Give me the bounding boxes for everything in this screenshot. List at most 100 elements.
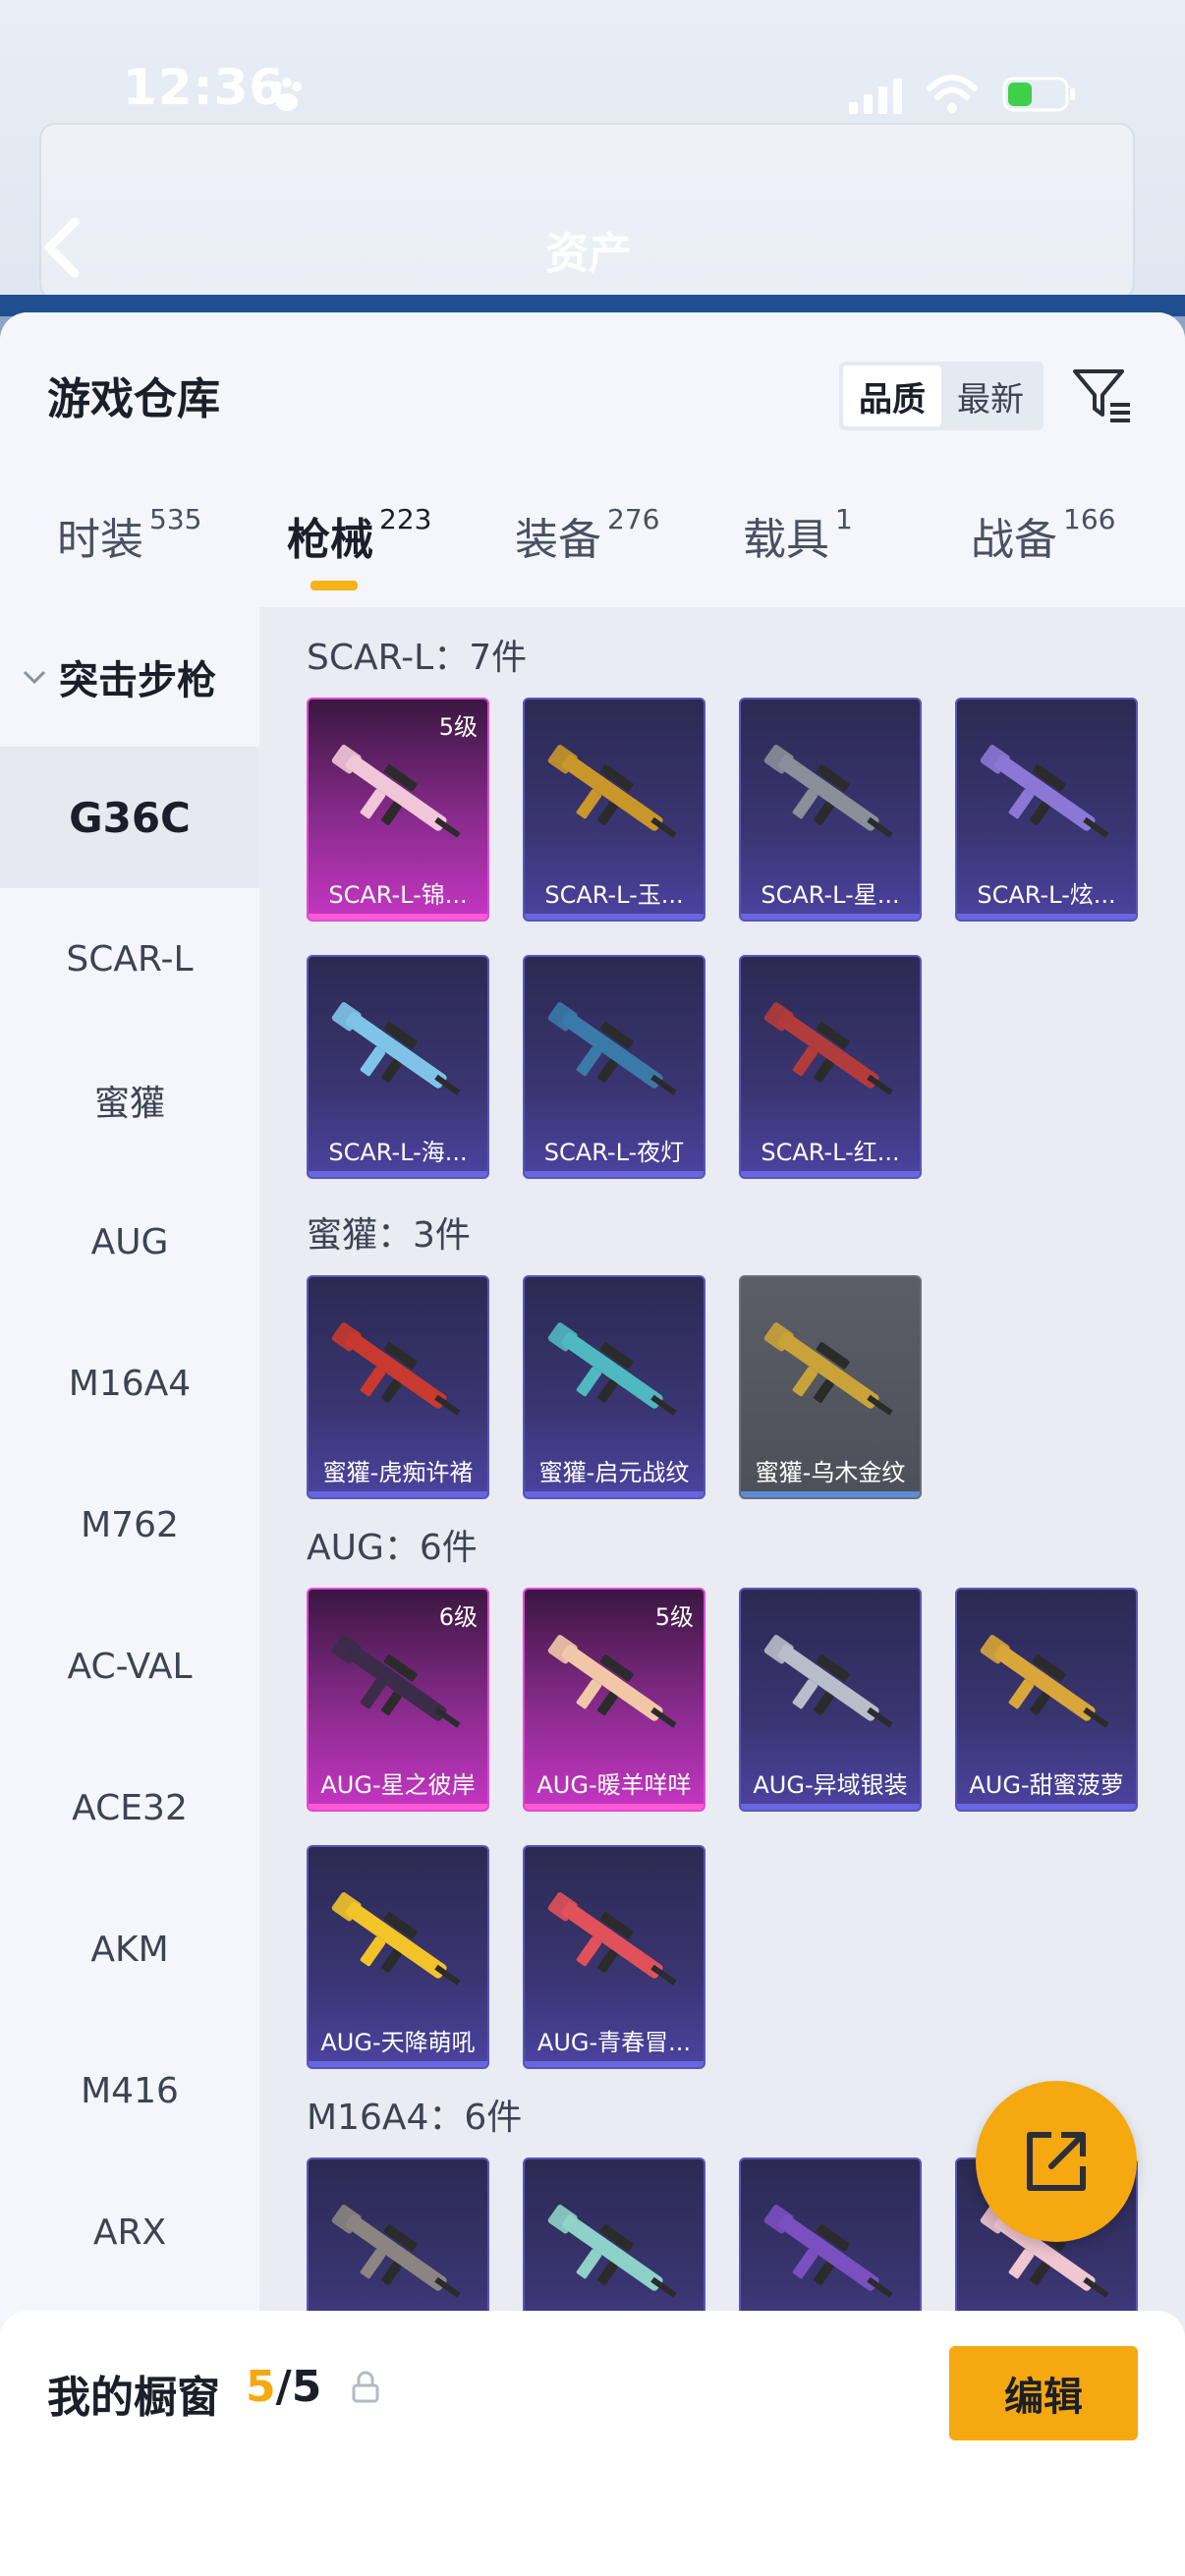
skin-level: 5级: [654, 1603, 694, 1631]
tab-count: 276: [607, 503, 660, 536]
sidebar-item[interactable]: AC-VAL: [0, 1596, 259, 1737]
tab-count: 223: [379, 503, 432, 536]
rifle-icon: [331, 1002, 461, 1095]
skin-card[interactable]: 蜜獾-虎痴许褚: [307, 1275, 489, 1499]
sidebar-item[interactable]: M762: [0, 1454, 259, 1596]
skin-card[interactable]: AUG-甜蜜菠萝: [955, 1588, 1138, 1812]
tab-count: 1: [835, 503, 853, 536]
tab-guns[interactable]: 枪械 223: [287, 503, 432, 567]
status-time: 12:36: [123, 59, 285, 116]
rifle-icon: [547, 1892, 677, 1986]
rifle-icon: [980, 745, 1109, 838]
showcase-bar: 我的橱窗 5/5 编辑: [0, 2311, 1185, 2576]
chevron-down-icon: [23, 670, 46, 685]
tab-supplies[interactable]: 战备 166: [971, 503, 1116, 567]
edit-button[interactable]: 编辑: [949, 2346, 1138, 2440]
skin-name: AUG-星之彼岸: [320, 1771, 476, 1799]
rifle-icon: [763, 745, 893, 838]
paw-icon: [272, 78, 302, 111]
skin-name: SCAR-L-红...: [761, 1139, 900, 1166]
tab-count: 166: [1063, 503, 1116, 536]
rifle-icon: [331, 1635, 461, 1728]
tab-label: 枪械: [287, 515, 373, 565]
battery-icon: [1002, 77, 1075, 112]
skin-card[interactable]: 5级 SCAR-L-锦...: [307, 698, 489, 922]
tab-label: 战备: [971, 515, 1057, 565]
skin-name: SCAR-L-星...: [761, 881, 900, 909]
skin-name: SCAR-L-炫...: [977, 881, 1116, 909]
skin-card[interactable]: SCAR-L-炫...: [955, 698, 1138, 922]
skin-card[interactable]: [307, 2157, 489, 2336]
rifle-icon: [331, 1892, 461, 1986]
showcase-current: 5: [246, 2362, 276, 2412]
skin-card[interactable]: 5级 AUG-暖羊咩咩: [523, 1588, 705, 1812]
lock-icon: [352, 2371, 379, 2403]
showcase-total: /5: [275, 2362, 322, 2412]
sidebar-category-assault-rifle[interactable]: 突击步枪: [0, 607, 259, 747]
skin-card[interactable]: AUG-异域银装: [739, 1588, 922, 1812]
skin-card[interactable]: 蜜獾-乌木金纹: [739, 1275, 922, 1499]
rifle-icon: [763, 1002, 893, 1095]
sidebar-category-label: 突击步枪: [59, 658, 216, 703]
wifi-icon: [927, 75, 978, 113]
sidebar-item[interactable]: M416: [0, 2020, 259, 2161]
sidebar-item[interactable]: 蜜獾: [0, 1030, 259, 1171]
skin-name: SCAR-L-夜灯: [543, 1139, 685, 1166]
rifle-icon: [980, 1635, 1109, 1728]
share-icon: [1027, 2132, 1086, 2191]
tab-label: 载具: [743, 515, 829, 565]
rifle-icon: [331, 1322, 461, 1416]
skin-name: SCAR-L-锦...: [328, 881, 468, 909]
skin-card[interactable]: SCAR-L-星...: [739, 698, 922, 922]
tab-fashion[interactable]: 时装 535: [57, 503, 202, 567]
share-button[interactable]: [976, 2081, 1137, 2242]
skin-name: 蜜獾-乌木金纹: [755, 1459, 906, 1486]
sort-option-newest[interactable]: 最新: [941, 365, 1040, 426]
skin-name: SCAR-L-海...: [328, 1139, 468, 1166]
skin-card[interactable]: 6级 AUG-星之彼岸: [307, 1588, 489, 1812]
sidebar-item[interactable]: G36C: [0, 747, 259, 888]
sheet-title: 游戏仓库: [47, 374, 220, 424]
skin-name: 蜜獾-启元战纹: [538, 1459, 690, 1486]
sidebar-item[interactable]: SCAR-L: [0, 888, 259, 1030]
skin-card[interactable]: [523, 2157, 705, 2336]
skin-name: AUG-甜蜜菠萝: [969, 1771, 1124, 1799]
warehouse-sheet: 游戏仓库 品质 最新 时装 535 枪械 223 装备 276 载具 1 战备 166 突…: [0, 312, 1185, 2576]
rifle-icon: [763, 1635, 893, 1728]
rifle-icon: [763, 1322, 893, 1416]
skin-level: 5级: [438, 713, 478, 741]
back-icon[interactable]: [39, 216, 88, 279]
skin-card[interactable]: SCAR-L-海...: [307, 955, 489, 1179]
page-title-background: 资产: [545, 229, 632, 279]
group-title: 蜜獾：3件: [307, 1215, 471, 1256]
tab-equipment[interactable]: 装备 276: [515, 503, 660, 567]
skin-card[interactable]: SCAR-L-红...: [739, 955, 922, 1179]
sidebar-item[interactable]: AKM: [0, 1878, 259, 2020]
status-bar: 12:36: [0, 59, 1185, 138]
skin-card[interactable]: AUG-天降萌吼: [307, 1845, 489, 2069]
skin-name: AUG-暖羊咩咩: [536, 1771, 692, 1799]
filter-icon[interactable]: [1071, 364, 1134, 426]
group-title: SCAR-L：7件: [307, 638, 528, 678]
tab-count: 535: [149, 503, 202, 536]
skin-card[interactable]: AUG-青春冒...: [523, 1845, 705, 2069]
skin-name: SCAR-L-玉...: [544, 881, 684, 909]
category-tabs: 时装 535 枪械 223 装备 276 载具 1 战备 166: [0, 503, 1185, 592]
sheet-header: 游戏仓库 品质 最新 时装 535 枪械 223 装备 276 载具 1 战备 166: [0, 312, 1185, 607]
tab-vehicles[interactable]: 载具 1: [743, 503, 853, 567]
skin-card[interactable]: 蜜獾-启元战纹: [523, 1275, 705, 1499]
skin-card[interactable]: SCAR-L-夜灯: [523, 955, 705, 1179]
rifle-icon: [763, 2205, 893, 2298]
signal-icon: [849, 79, 902, 114]
group-title: M16A4：6件: [307, 2098, 523, 2138]
skin-level: 6级: [438, 1603, 478, 1631]
sort-option-quality[interactable]: 品质: [843, 365, 941, 426]
sidebar-item[interactable]: M16A4: [0, 1313, 259, 1454]
sidebar-item[interactable]: ACE32: [0, 1737, 259, 1878]
sidebar-item[interactable]: ARX: [0, 2161, 259, 2303]
sidebar-item[interactable]: AUG: [0, 1171, 259, 1313]
skin-name: AUG-天降萌吼: [320, 2029, 476, 2056]
skin-card[interactable]: SCAR-L-玉...: [523, 698, 705, 922]
skin-name: AUG-青春冒...: [536, 2029, 692, 2056]
skin-card[interactable]: [739, 2157, 922, 2336]
